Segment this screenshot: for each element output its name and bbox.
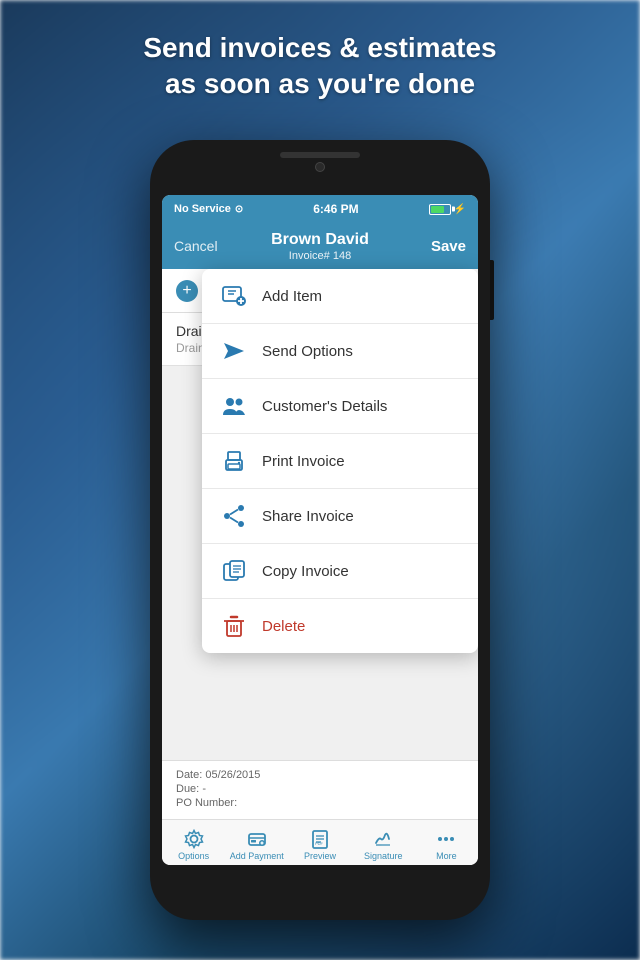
customer-icon: [220, 392, 248, 420]
carrier-text: No Service: [174, 203, 231, 215]
nav-title: Brown David Invoice# 148: [271, 230, 369, 261]
menu-share-label: Share Invoice: [262, 508, 354, 525]
add-icon: +: [176, 280, 198, 302]
menu-copy-invoice[interactable]: Copy Invoice: [202, 544, 478, 599]
due-label: Due:: [176, 783, 199, 795]
nav-bar: Cancel Brown David Invoice# 148 Save: [162, 223, 478, 269]
menu-send-options[interactable]: Send Options: [202, 324, 478, 379]
svg-text:PDF: PDF: [315, 841, 324, 846]
status-bar: No Service ⊙ 6:46 PM ⚡: [162, 195, 478, 223]
preview-icon: PDF: [310, 829, 330, 849]
payment-icon: [247, 829, 267, 849]
time-display: 6:46 PM: [313, 202, 358, 216]
nav-subtitle: Invoice# 148: [271, 250, 369, 262]
menu-print-label: Print Invoice: [262, 453, 345, 470]
tab-bar: Options Add Payment: [162, 819, 478, 865]
tab-preview[interactable]: PDF Preview: [288, 825, 351, 861]
tab-options-label: Options: [178, 851, 209, 861]
menu-print-invoice[interactable]: Print Invoice: [202, 434, 478, 489]
share-icon: [220, 502, 248, 530]
menu-add-item-label: Add Item: [262, 288, 322, 305]
tab-add-payment[interactable]: Add Payment: [225, 825, 288, 861]
menu-add-item[interactable]: Add Item: [202, 269, 478, 324]
date-label: Date:: [176, 769, 202, 781]
due-row: Due: -: [176, 783, 464, 795]
menu-share-invoice[interactable]: Share Invoice: [202, 489, 478, 544]
menu-copy-label: Copy Invoice: [262, 563, 349, 580]
po-label: PO Number:: [176, 797, 237, 809]
tab-more[interactable]: More: [415, 825, 478, 861]
tab-signature-label: Signature: [364, 851, 403, 861]
wifi-icon: ⊙: [235, 204, 243, 215]
menu-delete-label: Delete: [262, 618, 305, 635]
date-value: 05/26/2015: [205, 769, 260, 781]
gear-icon: [184, 829, 204, 849]
po-row: PO Number:: [176, 797, 464, 809]
cancel-button[interactable]: Cancel: [174, 238, 218, 254]
due-value: -: [202, 783, 206, 795]
signature-icon: [373, 829, 393, 849]
menu-customer-label: Customer's Details: [262, 398, 387, 415]
menu-delete[interactable]: Delete: [202, 599, 478, 653]
menu-customer-details[interactable]: Customer's Details: [202, 379, 478, 434]
date-row: Date: 05/26/2015: [176, 769, 464, 781]
delete-icon: [220, 612, 248, 640]
phone-screen: No Service ⊙ 6:46 PM ⚡ Cancel Brown Davi…: [162, 195, 478, 865]
battery-icon: [429, 204, 451, 215]
phone-frame: No Service ⊙ 6:46 PM ⚡ Cancel Brown Davi…: [150, 140, 490, 920]
nav-title-main: Brown David: [271, 230, 369, 249]
add-item-icon: [220, 282, 248, 310]
save-button[interactable]: Save: [431, 238, 466, 255]
status-left: No Service ⊙: [174, 203, 243, 215]
phone-camera: [315, 162, 325, 172]
lightning-icon: ⚡: [454, 204, 466, 215]
context-menu: Add Item Send Options: [202, 269, 478, 653]
menu-send-options-label: Send Options: [262, 343, 353, 360]
tab-signature[interactable]: Signature: [352, 825, 415, 861]
header-text: Send invoices & estimatesas soon as you'…: [0, 30, 640, 103]
tab-preview-label: Preview: [304, 851, 336, 861]
print-icon: [220, 447, 248, 475]
status-right: ⚡: [429, 204, 466, 215]
send-options-icon: [220, 337, 248, 365]
tab-add-payment-label: Add Payment: [230, 851, 284, 861]
copy-icon: [220, 557, 248, 585]
tab-more-label: More: [436, 851, 457, 861]
more-icon: [436, 829, 456, 849]
tab-options[interactable]: Options: [162, 825, 225, 861]
battery-fill: [431, 206, 445, 213]
footer-info: Date: 05/26/2015 Due: - PO Number:: [162, 760, 478, 819]
